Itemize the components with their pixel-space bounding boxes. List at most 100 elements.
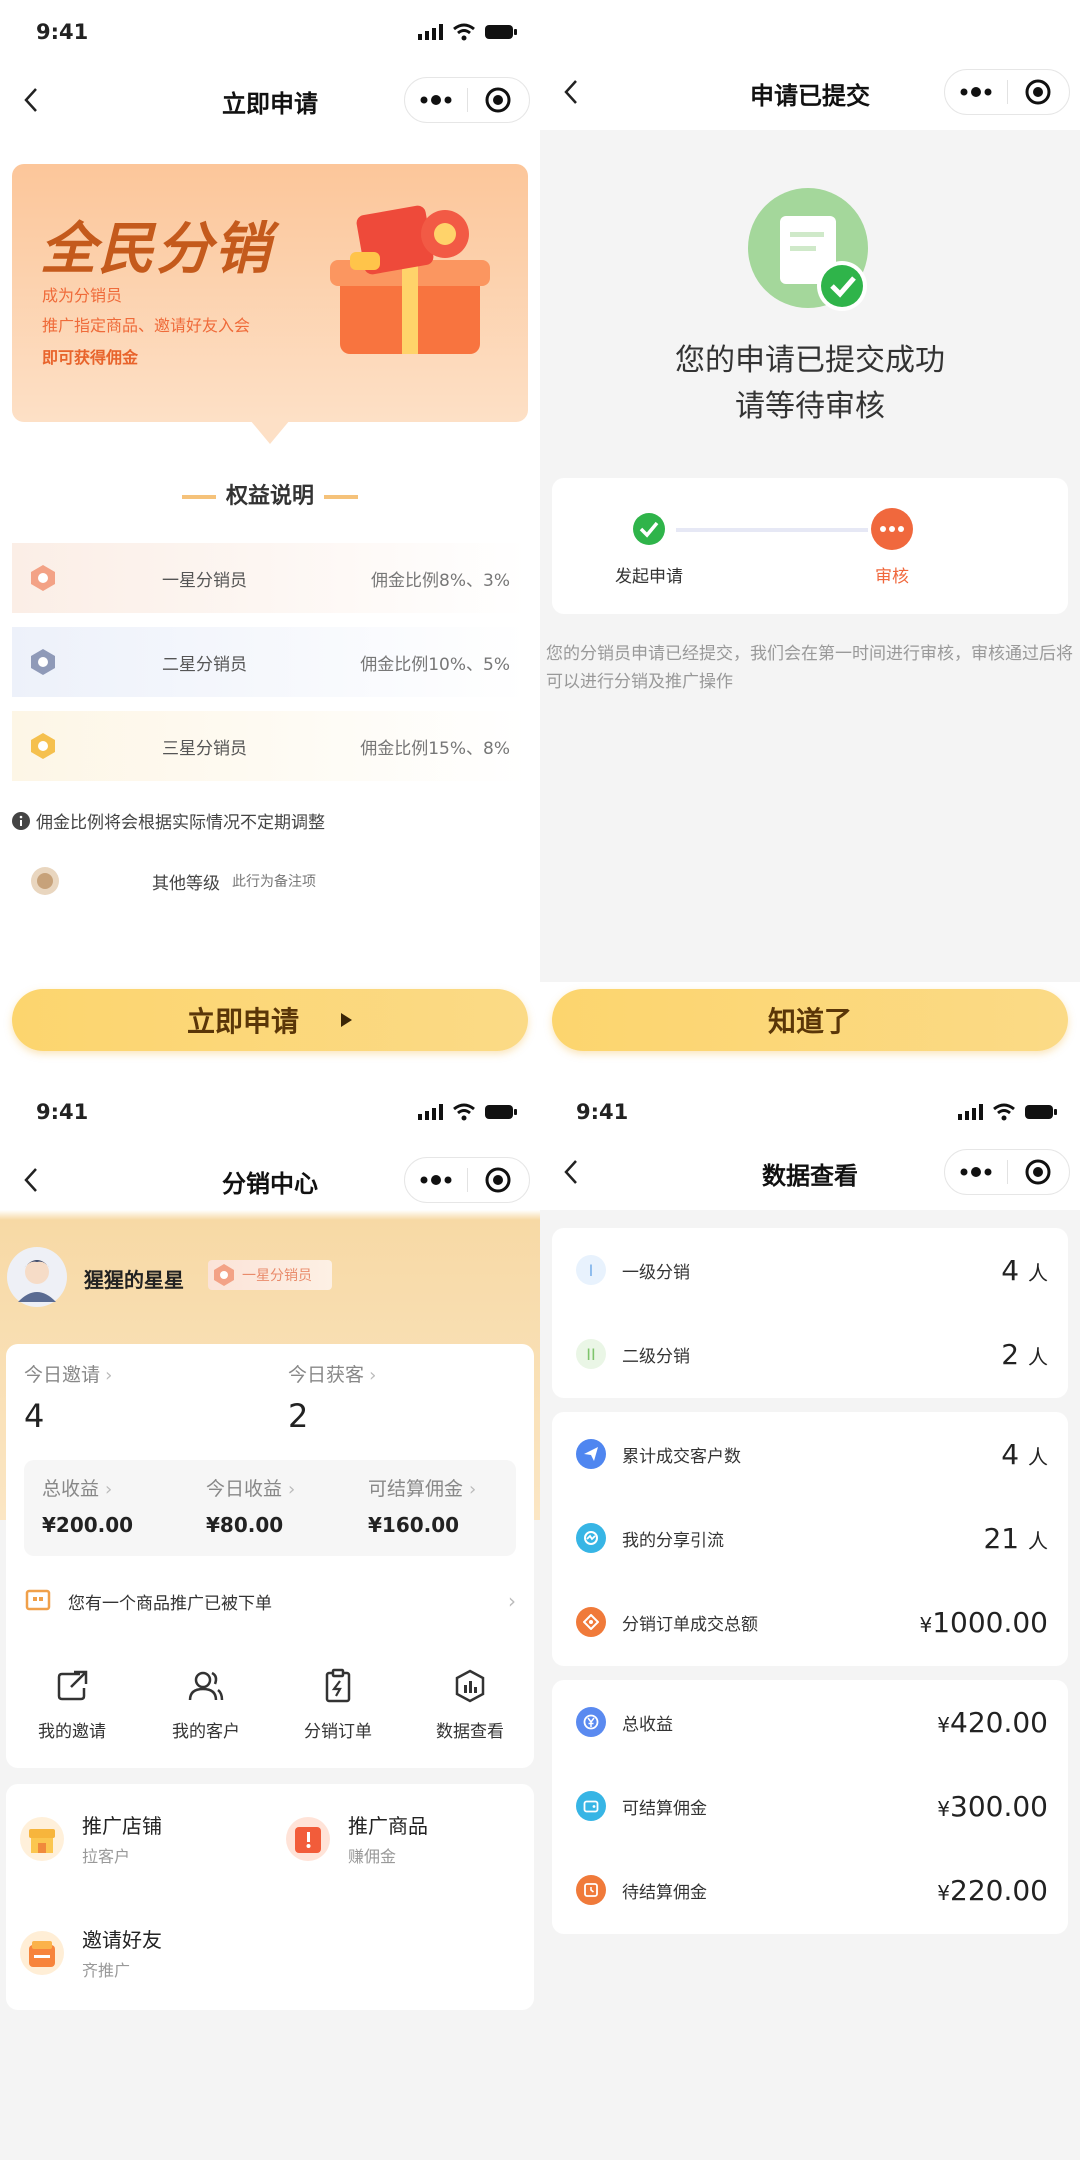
step-pending-icon [871, 508, 913, 550]
banner-line-3: 即可获得佣金 [42, 348, 139, 367]
order-notice-text: 您有一个商品推广已被下单 [68, 1593, 272, 1614]
data-label: 分销订单成交总额 [622, 1614, 758, 1635]
data-row: 我的分享引流 21 人 [552, 1496, 1068, 1580]
today-invite[interactable]: 今日邀请 › 4 [24, 1360, 112, 1435]
data-row: 累计成交客户数 4 人 [552, 1412, 1068, 1496]
order-notice[interactable]: 您有一个商品推广已被下单 › [24, 1576, 516, 1626]
income-icon [576, 1707, 606, 1737]
status-icons [958, 1103, 1058, 1121]
data-value: 4 [1001, 1253, 1020, 1287]
wifi-icon [453, 23, 475, 41]
back-icon[interactable] [554, 1154, 588, 1190]
got-it-button[interactable]: 知道了 [552, 989, 1068, 1051]
status-bar: 9:41 [540, 1080, 1080, 1144]
message-icon [25, 1589, 51, 1611]
wifi-icon [993, 1103, 1015, 1121]
level-badge-text: 一星分销员 [242, 1268, 312, 1284]
chart-icon [455, 1669, 485, 1703]
back-icon[interactable] [14, 82, 48, 118]
data-label: 我的分享引流 [622, 1530, 724, 1551]
back-icon[interactable] [14, 1162, 48, 1198]
promo-store[interactable]: 推广店铺 拉客户 [20, 1810, 162, 1867]
close-target-icon[interactable] [1008, 1150, 1070, 1194]
nav-bar: 立即申请 [0, 64, 540, 138]
data-unit: 人 [1028, 1344, 1048, 1369]
store-icon [20, 1816, 64, 1861]
grid-label: 我的邀请 [38, 1722, 106, 1742]
data-value: 220.00 [950, 1873, 1048, 1907]
today-invite-value: 4 [24, 1397, 45, 1435]
signal-icon [418, 24, 443, 40]
total-income[interactable]: 总收益 › ¥200.00 [42, 1474, 133, 1537]
battery-icon [485, 1105, 517, 1119]
more-icon[interactable] [405, 1158, 467, 1202]
data-row: II 二级分销 2 人 [552, 1312, 1068, 1396]
mini-program-capsule [944, 1149, 1070, 1195]
progress-line [676, 528, 868, 532]
settle-commission-value: ¥160.00 [368, 1513, 460, 1537]
play-icon [341, 1013, 352, 1027]
tier-name: 三星分销员 [162, 738, 247, 759]
chevron-right-icon: › [369, 1365, 377, 1386]
data-row: I 一级分销 4 人 [552, 1228, 1068, 1312]
page-title: 申请已提交 [750, 81, 870, 110]
apply-button-label: 立即申请 [186, 1005, 299, 1038]
wallet-icon [576, 1791, 606, 1821]
center-screen: 9:41 分销中心 猩猩的星星 一星分销员 今日邀请 › 4 今日获客 › 2 … [0, 1080, 540, 2160]
battery-icon [485, 25, 517, 39]
settle-commission[interactable]: 可结算佣金 › ¥160.00 [368, 1474, 476, 1537]
tier-commission: 佣金比例8%、3% [371, 570, 510, 591]
promo-banner: 全民分销 成为分销员 推广指定商品、邀请好友入会 即可获得佣金 [12, 164, 528, 422]
data-value: 2 [1001, 1337, 1020, 1371]
promo-subtitle: 赚佣金 [348, 1847, 397, 1866]
back-icon[interactable] [554, 74, 588, 110]
promo-title: 推广商品 [348, 1814, 428, 1838]
grid-item-my-customers[interactable]: 我的客户 [142, 1668, 270, 1742]
close-target-icon[interactable] [1008, 70, 1070, 114]
chevron-right-icon: › [105, 1479, 113, 1500]
info-icon [12, 811, 30, 830]
data-row: 总收益 ¥420.00 [552, 1680, 1068, 1764]
today-customer[interactable]: 今日获客 › 2 [288, 1360, 376, 1435]
banner-line-1: 成为分销员 [42, 286, 123, 305]
username: 猩猩的星星 [84, 1268, 184, 1292]
product-icon [286, 1816, 330, 1861]
more-icon[interactable] [945, 1150, 1007, 1194]
page-title: 数据查看 [762, 1161, 858, 1190]
page-title: 分销中心 [222, 1169, 318, 1198]
grid-label: 数据查看 [436, 1722, 504, 1742]
total-income-label: 总收益 [42, 1478, 100, 1500]
data-label: 累计成交客户数 [622, 1446, 741, 1467]
promo-product[interactable]: 推广商品 赚佣金 [286, 1810, 428, 1867]
progress-card: 发起申请 审核 [552, 478, 1068, 614]
share-flow-icon [576, 1523, 606, 1553]
more-icon[interactable] [405, 78, 467, 122]
document-check-icon [748, 188, 868, 311]
submitted-screen: 9:41 申请已提交 您的申请已提交成功 请等待审核 发起申请 审核 [540, 0, 1080, 1080]
wifi-icon [453, 1103, 475, 1121]
step-1-label: 发起申请 [615, 567, 683, 587]
distribution-levels-card: I 一级分销 4 人 II 二级分销 2 人 [552, 1228, 1068, 1398]
medal-icon [30, 564, 60, 592]
promo-invite[interactable]: 邀请好友 齐推广 [20, 1924, 162, 1981]
close-target-icon[interactable] [468, 78, 530, 122]
today-income-value: ¥80.00 [206, 1513, 284, 1537]
status-bar: 9:41 [0, 1080, 540, 1144]
other-level-note: 此行为备注项 [232, 874, 316, 890]
grid-item-data-view[interactable]: 数据查看 [406, 1668, 534, 1742]
avatar[interactable] [6, 1246, 68, 1308]
clipboard-icon [325, 1668, 351, 1703]
grid-item-my-invites[interactable]: 我的邀请 [8, 1668, 136, 1742]
more-icon[interactable] [945, 70, 1007, 114]
status-bar: 9:41 [0, 0, 540, 64]
status-icons [418, 23, 518, 41]
commission-note: 佣金比例将会根据实际情况不定期调整 [12, 808, 325, 833]
grid-item-orders[interactable]: 分销订单 [274, 1668, 402, 1742]
medal-icon [214, 1264, 234, 1286]
medal-icon [30, 648, 60, 676]
today-income[interactable]: 今日收益 › ¥80.00 [206, 1474, 295, 1537]
apply-button[interactable]: 立即申请 [12, 989, 528, 1051]
pending-icon [576, 1875, 606, 1905]
status-icons [418, 1103, 518, 1121]
close-target-icon[interactable] [468, 1158, 530, 1202]
